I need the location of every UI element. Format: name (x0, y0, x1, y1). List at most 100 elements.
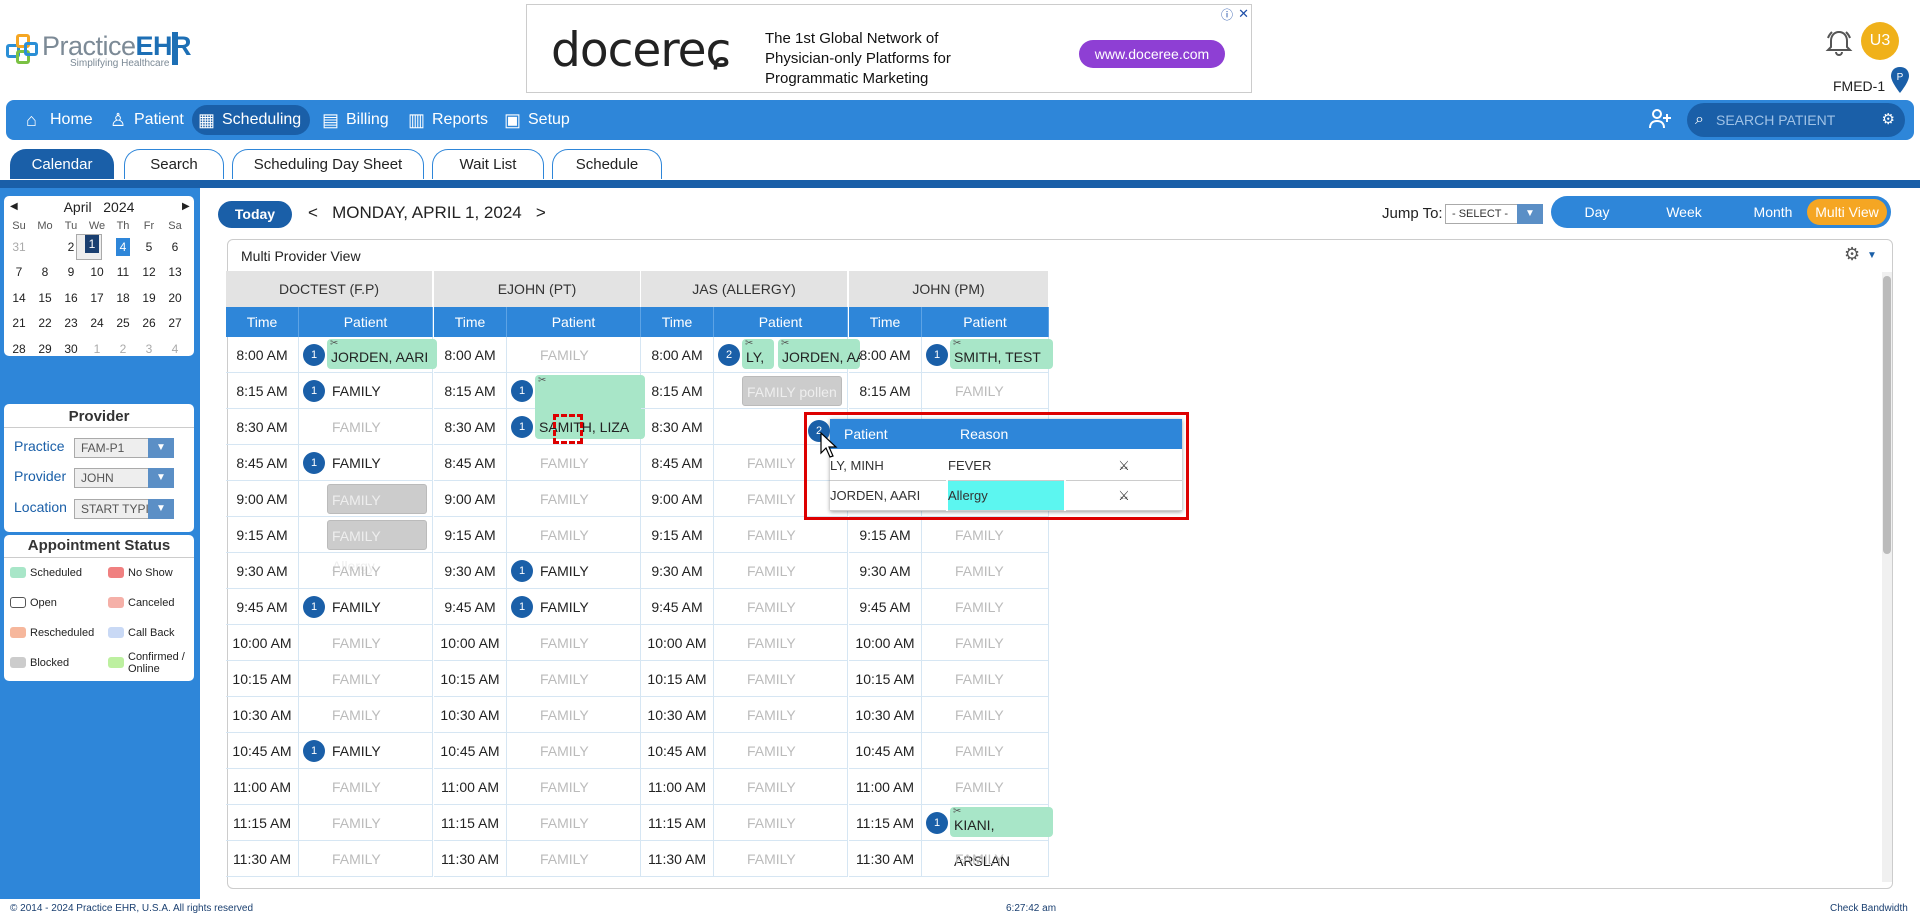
time-slot[interactable]: 9:15 AM (849, 517, 922, 553)
time-slot[interactable]: 11:15 AM (434, 805, 507, 841)
calendar-day[interactable]: 31 (6, 234, 32, 260)
popup-patient-1[interactable]: LY, MINH (830, 451, 946, 481)
tab-schedule[interactable]: Schedule (552, 149, 662, 179)
time-slot[interactable]: 9:30 AM (849, 553, 922, 589)
time-slot[interactable]: 9:30 AM (226, 553, 299, 589)
time-slot[interactable]: 9:15 AM (434, 517, 507, 553)
practice-ehr-logo[interactable]: PracticeEHR Simplifying Healthcare (4, 30, 192, 70)
time-slot[interactable]: 8:45 AM (641, 445, 714, 481)
patient-slot[interactable]: FAMILY (329, 841, 433, 877)
time-slot[interactable]: 11:00 AM (641, 769, 714, 805)
ad-url-button[interactable]: www.doceree.com (1079, 40, 1225, 68)
patient-slot[interactable]: FAMILY pollen (740, 373, 844, 409)
calendar-day[interactable]: 13 (162, 260, 188, 286)
calendar-day[interactable]: 15 (32, 285, 58, 311)
time-slot[interactable]: 11:15 AM (226, 805, 299, 841)
calendar-day[interactable]: 11 (110, 260, 136, 286)
scrollbar-thumb[interactable] (1883, 276, 1891, 554)
calendar-day[interactable]: 4 (162, 336, 188, 362)
appointment-chip[interactable]: ✂ (535, 375, 645, 409)
patient-slot[interactable]: FAMILY (329, 697, 433, 733)
time-slot[interactable]: 10:45 AM (641, 733, 714, 769)
patient-slot[interactable]: FAMILY (952, 841, 1049, 877)
appointment-count-badge[interactable]: 1 (511, 560, 533, 582)
time-slot[interactable]: 10:45 AM (434, 733, 507, 769)
time-slot[interactable]: 10:30 AM (226, 697, 299, 733)
calendar-day[interactable]: 1 (76, 234, 102, 260)
calendar-day[interactable]: 24 (84, 311, 110, 337)
time-slot[interactable]: 8:30 AM (434, 409, 507, 445)
calendar-year[interactable]: 2024 (103, 199, 134, 215)
nav-home[interactable]: ⌂ Home (20, 105, 101, 135)
appointment-chip[interactable]: SAMITH, LIZA (535, 409, 645, 439)
patient-slot[interactable]: FAMILY (744, 805, 848, 841)
blocked-slot[interactable]: FAMILY Allergy (327, 484, 427, 538)
appointment-count-badge[interactable]: 1 (303, 344, 325, 366)
tab-wait-list[interactable]: Wait List (432, 149, 544, 179)
advertisement-banner[interactable]: docereɕ The 1st Global Network of Physic… (526, 4, 1252, 93)
appointment-count-badge[interactable]: 1 (926, 344, 948, 366)
time-slot[interactable]: 9:45 AM (226, 589, 299, 625)
patient-slot[interactable]: FAMILY (537, 625, 641, 661)
time-slot[interactable]: 11:30 AM (641, 841, 714, 877)
calendar-day[interactable]: 14 (6, 285, 32, 311)
chevron-down-icon[interactable]: ▼ (148, 468, 174, 488)
patient-slot[interactable]: ✂ SMITH, TEST (948, 337, 1053, 373)
calendar-day[interactable]: 20 (162, 285, 188, 311)
time-slot[interactable]: 9:45 AM (849, 589, 922, 625)
appointment-count-badge[interactable]: 1 (511, 380, 533, 402)
patient-slot[interactable]: FAMILY (537, 841, 641, 877)
calendar-day[interactable]: 18 (110, 285, 136, 311)
patient-slot[interactable]: ✂ KIANI, ARSLAN (948, 805, 1053, 869)
patient-search-box[interactable]: ⌕ SEARCH PATIENT ⚙ (1687, 103, 1905, 137)
calendar-month[interactable]: April (64, 199, 92, 215)
gear-icon[interactable]: ⚙ (1844, 244, 1860, 265)
nav-patient[interactable]: ♙ Patient (104, 105, 192, 135)
nav-billing[interactable]: ▤ Billing (316, 105, 397, 135)
time-slot[interactable]: 8:45 AM (226, 445, 299, 481)
nav-scheduling[interactable]: ▦ Scheduling (192, 105, 310, 135)
jump-to-select[interactable]: - SELECT - ▼ (1445, 204, 1543, 224)
time-slot[interactable]: 10:45 AM (226, 733, 299, 769)
time-slot[interactable]: 10:00 AM (849, 625, 922, 661)
appointment-chip[interactable]: ✂LY, M (742, 339, 774, 369)
appointment-count-badge[interactable]: 1 (303, 452, 325, 474)
blocked-slot[interactable]: FAMILY Allergy (327, 520, 427, 574)
calendar-day[interactable]: 8 (32, 260, 58, 286)
chevron-down-icon[interactable]: ▼ (1517, 204, 1543, 224)
appointment-chip[interactable]: ✂ JORDEN, AA (778, 339, 860, 369)
patient-slot[interactable]: FAMILY (537, 589, 641, 625)
patient-slot[interactable]: FAMILY (329, 661, 433, 697)
nav-reports[interactable]: ▥ Reports (402, 105, 496, 135)
chevron-down-icon[interactable]: ▼ (148, 499, 174, 519)
time-slot[interactable]: 11:30 AM (434, 841, 507, 877)
next-day-button[interactable]: > (536, 203, 546, 222)
time-slot[interactable]: 10:30 AM (434, 697, 507, 733)
patient-slot[interactable]: FAMILY (952, 517, 1049, 553)
ad-close-icon[interactable]: ✕ (1238, 6, 1249, 22)
patient-slot[interactable]: FAMILY (744, 661, 848, 697)
patient-slot[interactable]: FAMILY (744, 589, 848, 625)
provider-select[interactable]: JOHN ▼ (74, 468, 174, 488)
chevron-down-icon[interactable]: ▼ (148, 438, 174, 458)
calendar-day[interactable]: 5 (136, 234, 162, 260)
time-slot[interactable]: 10:45 AM (849, 733, 922, 769)
calendar-day[interactable]: 27 (162, 311, 188, 337)
patient-slot[interactable]: FAMILY (329, 373, 433, 409)
patient-slot[interactable]: FAMILY (329, 445, 433, 481)
time-slot[interactable]: 8:30 AM (641, 409, 714, 445)
appointment-count-badge[interactable]: 1 (303, 380, 325, 402)
ad-info-icon[interactable]: ⓘ (1221, 6, 1233, 23)
time-slot[interactable]: 11:15 AM (849, 805, 922, 841)
time-slot[interactable]: 10:15 AM (849, 661, 922, 697)
time-slot[interactable]: 9:45 AM (434, 589, 507, 625)
calendar-day[interactable]: 17 (84, 285, 110, 311)
time-slot[interactable]: 11:00 AM (849, 769, 922, 805)
time-slot[interactable]: 9:30 AM (641, 553, 714, 589)
tab-scheduling-day-sheet[interactable]: Scheduling Day Sheet (232, 149, 424, 179)
appointment-count-badge[interactable]: 2 (718, 344, 740, 366)
appointment-chip[interactable]: ✂ JORDEN, AARI (327, 338, 437, 369)
time-slot[interactable]: 9:30 AM (434, 553, 507, 589)
appointment-count-badge[interactable]: 1 (303, 596, 325, 618)
add-patient-icon[interactable] (1648, 108, 1672, 136)
